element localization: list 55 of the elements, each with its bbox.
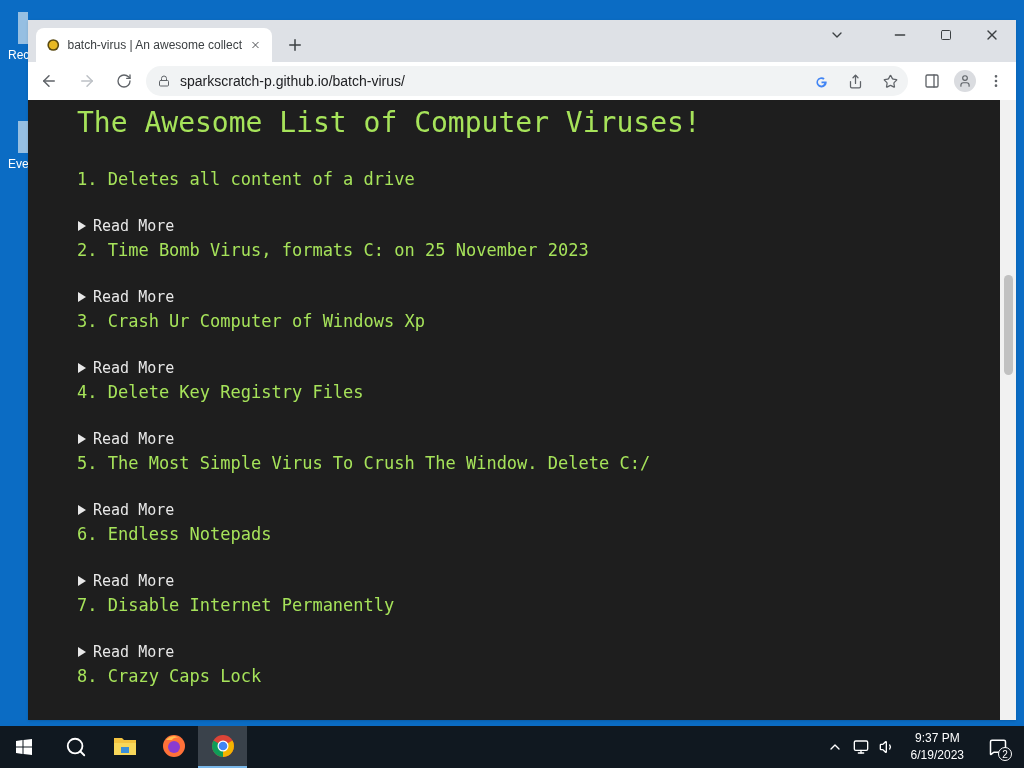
- disclosure-triangle-icon: [77, 576, 87, 586]
- notification-count: 2: [998, 747, 1012, 761]
- virus-title: 7. Disable Internet Permanently: [77, 594, 396, 617]
- site-logo-icon: [47, 37, 60, 53]
- scrollbar-thumb[interactable]: [1003, 275, 1013, 375]
- read-more-toggle[interactable]: Read More: [77, 214, 1000, 238]
- read-more-toggle[interactable]: Read More: [77, 285, 1000, 309]
- read-more-toggle[interactable]: Read More: [77, 640, 1000, 664]
- side-panel-icon[interactable]: [924, 73, 940, 89]
- maximize-icon[interactable]: [940, 29, 952, 41]
- scrollbar[interactable]: [1000, 100, 1016, 720]
- notification-button[interactable]: 2: [978, 726, 1018, 768]
- virus-title: 4. Delete Key Registry Files: [77, 381, 365, 404]
- read-more-toggle[interactable]: Read More: [77, 569, 1000, 593]
- read-more-toggle[interactable]: Read More: [77, 356, 1000, 380]
- folder-icon: [112, 735, 137, 757]
- taskbar-app[interactable]: [198, 726, 247, 768]
- virus-title: 5. The Most Simple Virus To Crush The Window. Delete C:/: [77, 452, 652, 475]
- disclosure-triangle-icon: [77, 505, 87, 515]
- virus-title: 3. Crash Ur Computer of Windows Xp: [77, 310, 426, 333]
- google-logo-icon[interactable]: [815, 74, 828, 88]
- clock-time[interactable]: 9:37 PM: [914, 730, 960, 747]
- read-more-toggle[interactable]: Read More: [77, 427, 1000, 451]
- address-bar[interactable]: sparkscratch-p.github.io/batch-virus/: [146, 66, 908, 96]
- page-heading: The Awesome List of Computer Viruses!: [77, 105, 702, 141]
- virus-title: 1. Deletes all content of a drive: [77, 168, 416, 191]
- disclosure-triangle-icon: [77, 647, 87, 657]
- profile-avatar[interactable]: [954, 70, 976, 92]
- windows-logo-icon[interactable]: [16, 739, 32, 755]
- address-text: sparkscratch-p.github.io/batch-virus/: [180, 71, 406, 91]
- back-icon[interactable]: [40, 72, 58, 90]
- new-tab-icon[interactable]: [286, 36, 304, 54]
- desktop-shortcut-icon[interactable]: [18, 119, 28, 155]
- virus-title: 8. Crazy Caps Lock: [77, 665, 263, 688]
- virus-title: 2. Time Bomb Virus, formats C: on 25 November 2023: [77, 239, 590, 262]
- tab-title: batch-virus | An awesome collect: [67, 37, 243, 54]
- read-more-toggle[interactable]: Read More: [77, 498, 1000, 522]
- reload-icon[interactable]: [116, 73, 132, 89]
- disclosure-triangle-icon: [77, 434, 87, 444]
- browser-logo-icon: [210, 734, 235, 758]
- search-icon[interactable]: [65, 736, 87, 758]
- share-icon[interactable]: [848, 73, 863, 89]
- lock-icon: [158, 75, 170, 87]
- disclosure-triangle-icon: [77, 292, 87, 302]
- disclosure-triangle-icon: [77, 221, 87, 231]
- network-icon[interactable]: [852, 739, 869, 755]
- browser-logo-icon: [161, 734, 186, 758]
- disclosure-triangle-icon: [77, 363, 87, 373]
- desktop-icon-label: Rec: [8, 47, 30, 64]
- desktop-icon-label: Eve: [8, 156, 29, 173]
- virus-title: 6. Endless Notepads: [77, 523, 273, 546]
- browser-tab[interactable]: batch-virus | An awesome collect: [36, 28, 272, 62]
- desktop-shortcut-icon[interactable]: [18, 10, 28, 46]
- bookmark-icon[interactable]: [883, 73, 898, 89]
- clock-date[interactable]: 6/19/2023: [910, 747, 964, 764]
